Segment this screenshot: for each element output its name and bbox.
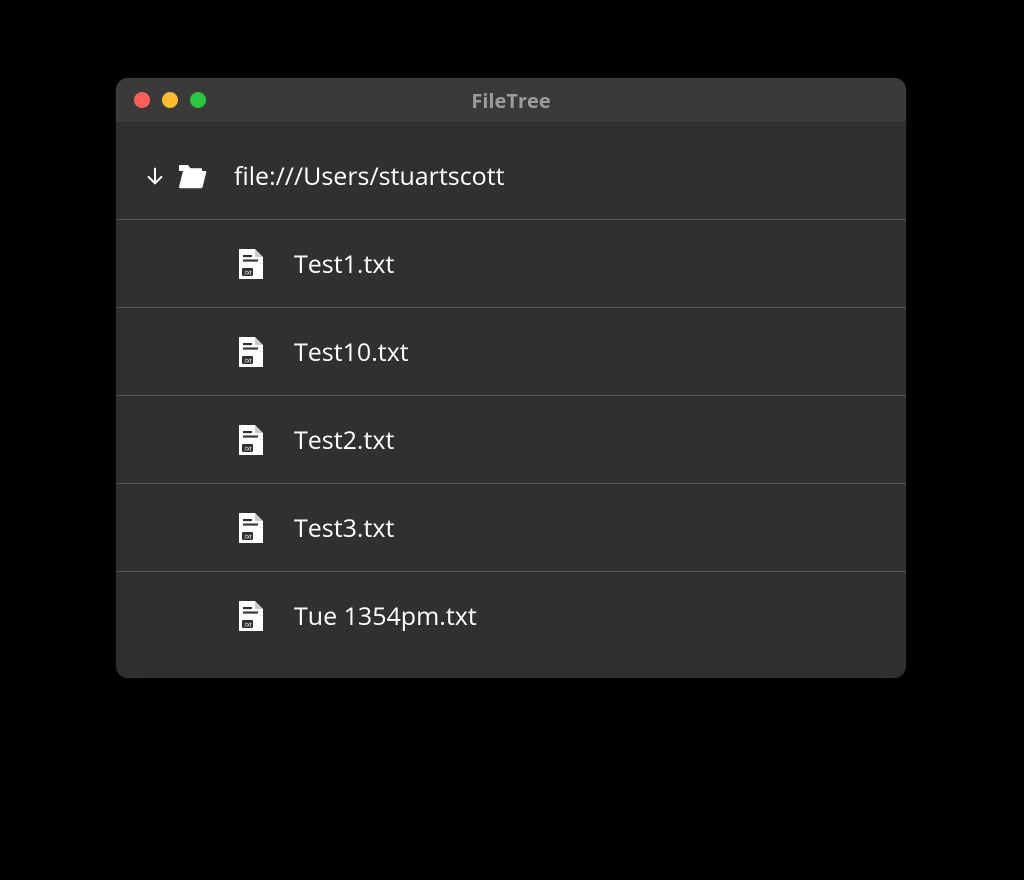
- tree-file-row[interactable]: .txt Test1.txt: [116, 220, 906, 308]
- close-button[interactable]: [134, 92, 150, 108]
- svg-text:.txt: .txt: [243, 446, 251, 452]
- text-file-icon: .txt: [236, 336, 266, 368]
- file-name-label: Test2.txt: [294, 423, 394, 457]
- text-file-icon: .txt: [236, 424, 266, 456]
- app-window: FileTree file:///Users/stuartscott: [116, 78, 906, 678]
- tree-file-row[interactable]: .txt Tue 1354pm.txt: [116, 572, 906, 660]
- text-file-icon: .txt: [236, 512, 266, 544]
- file-name-label: Test10.txt: [294, 335, 409, 369]
- svg-text:.txt: .txt: [243, 534, 251, 540]
- tree-root-row[interactable]: file:///Users/stuartscott: [116, 132, 906, 220]
- tree-content: file:///Users/stuartscott .txt Test1.txt: [116, 122, 906, 678]
- text-file-icon: .txt: [236, 600, 266, 632]
- svg-text:.txt: .txt: [243, 622, 251, 628]
- minimize-button[interactable]: [162, 92, 178, 108]
- file-name-label: Tue 1354pm.txt: [294, 599, 477, 633]
- text-file-icon: .txt: [236, 248, 266, 280]
- tree-file-row[interactable]: .txt Test2.txt: [116, 396, 906, 484]
- arrow-down-icon[interactable]: [140, 165, 170, 187]
- root-path-label: file:///Users/stuartscott: [234, 159, 505, 193]
- file-name-label: Test3.txt: [294, 511, 394, 545]
- window-title: FileTree: [116, 87, 906, 114]
- tree-file-row[interactable]: .txt Test10.txt: [116, 308, 906, 396]
- zoom-button[interactable]: [190, 92, 206, 108]
- svg-text:.txt: .txt: [243, 270, 251, 276]
- title-bar: FileTree: [116, 78, 906, 122]
- svg-text:.txt: .txt: [243, 358, 251, 364]
- tree-file-row[interactable]: .txt Test3.txt: [116, 484, 906, 572]
- file-name-label: Test1.txt: [294, 247, 394, 281]
- folder-open-icon: [172, 163, 212, 189]
- window-controls: [116, 92, 206, 108]
